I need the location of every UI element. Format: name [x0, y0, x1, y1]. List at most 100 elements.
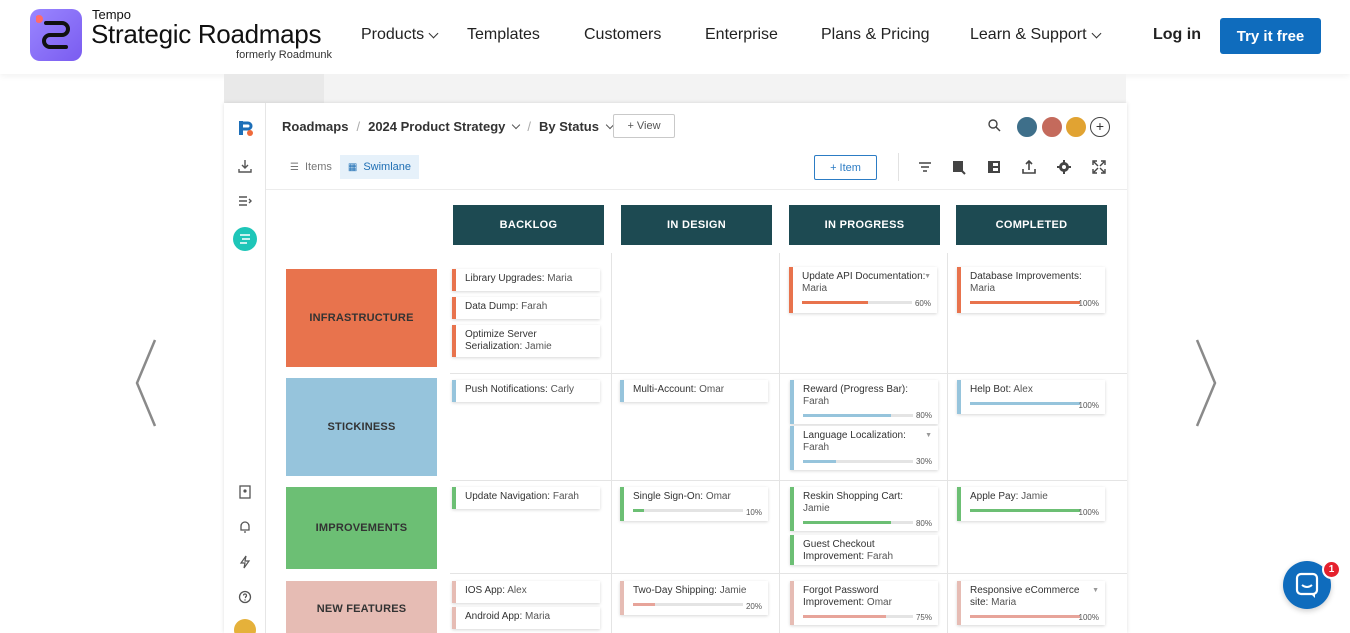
- card-title: Android App:: [465, 611, 523, 622]
- progress-percent: 100%: [1078, 401, 1099, 410]
- card-owner: Jamie: [525, 341, 552, 352]
- roadmap-item-card[interactable]: Apple Pay: Jamie 100%: [957, 487, 1105, 521]
- card-owner: Farah: [803, 442, 830, 453]
- roadmap-item-card[interactable]: Reward (Progress Bar): Farah 80%: [790, 380, 938, 424]
- roadmap-item-card[interactable]: ▼ Responsive eCommerce site: Maria 100%: [957, 581, 1105, 625]
- breadcrumb-roadmaps[interactable]: Roadmaps: [282, 119, 348, 134]
- column-in-progress[interactable]: IN PROGRESS: [789, 205, 940, 245]
- roadmap-item-card[interactable]: Database Improvements: Maria 100%: [957, 267, 1105, 313]
- roadmap-item-card[interactable]: Single Sign-On: Omar 10%: [620, 487, 768, 521]
- roadmap-item-card[interactable]: Help Bot: Alex 100%: [957, 380, 1105, 414]
- fullscreen-icon[interactable]: [1091, 159, 1107, 175]
- tab-items[interactable]: ☰ Items: [282, 155, 340, 179]
- collaborator-avatar[interactable]: [1065, 116, 1087, 138]
- progress-fill: [970, 402, 1080, 405]
- list-icon[interactable]: [236, 192, 254, 210]
- add-item-button[interactable]: + Item: [814, 155, 877, 180]
- nav-enterprise[interactable]: Enterprise: [705, 26, 778, 44]
- nav-products[interactable]: Products: [361, 26, 439, 44]
- brand-formerly: formerly Roadmunk: [236, 49, 332, 61]
- nav-customers[interactable]: Customers: [584, 26, 661, 44]
- roadmap-item-card[interactable]: ▼ Update API Documentation: Maria 60%: [789, 267, 937, 313]
- roadmap-item-card[interactable]: Android App: Maria: [452, 607, 600, 629]
- progress-fill: [633, 509, 644, 512]
- breadcrumb-roadmap[interactable]: 2024 Product Strategy: [368, 119, 505, 134]
- tab-swimlane[interactable]: ▦ Swimlane: [339, 155, 420, 179]
- roadmap-item-card[interactable]: Update Navigation: Farah: [452, 487, 600, 509]
- top-navigation: Tempo Strategic Roadmaps formerly Roadmu…: [0, 0, 1350, 74]
- column-in-design[interactable]: IN DESIGN: [621, 205, 772, 245]
- roadmap-item-card[interactable]: Push Notifications: Carly: [452, 380, 600, 402]
- add-view-button[interactable]: + View: [613, 114, 675, 138]
- swimlane-infrastructure[interactable]: INFRASTRUCTURE: [286, 269, 437, 367]
- roadmap-item-card[interactable]: Reskin Shopping Cart: Jamie 80%: [790, 487, 938, 531]
- card-title: Help Bot:: [970, 384, 1012, 395]
- roadmap-item-card[interactable]: Optimize Server Serialization: Jamie: [452, 325, 600, 357]
- card-title: Guest Checkout Improvement:: [803, 539, 875, 562]
- nav-templates[interactable]: Templates: [467, 26, 540, 44]
- collaborator-avatar[interactable]: [1041, 116, 1063, 138]
- breadcrumb-view[interactable]: By Status: [539, 119, 599, 134]
- card-title: Two-Day Shipping:: [633, 585, 717, 596]
- column-backlog[interactable]: BACKLOG: [453, 205, 604, 245]
- breadcrumb: Roadmaps / 2024 Product Strategy / By St…: [282, 119, 615, 134]
- roadmap-item-card[interactable]: Data Dump: Farah: [452, 297, 600, 319]
- collaborator-avatar[interactable]: [1016, 116, 1038, 138]
- add-collaborator-icon[interactable]: +: [1090, 117, 1110, 137]
- swimlane-new-features[interactable]: NEW FEATURES: [286, 581, 437, 633]
- try-it-free-button[interactable]: Try it free: [1220, 18, 1321, 54]
- swimlane-stickiness[interactable]: STICKINESS: [286, 378, 437, 476]
- nav-learn-label: Learn & Support: [970, 26, 1087, 43]
- progress-bar: [803, 414, 913, 417]
- roadmap-item-card[interactable]: IOS App: Alex: [452, 581, 600, 603]
- roadmap-item-card[interactable]: Forgot Password Improvement: Omar 75%: [790, 581, 938, 625]
- column-completed[interactable]: COMPLETED: [956, 205, 1107, 245]
- card-title: Single Sign-On:: [633, 491, 704, 502]
- help-icon[interactable]: [236, 588, 254, 606]
- card-owner: Alex: [507, 585, 527, 596]
- progress-percent: 80%: [915, 519, 932, 528]
- brand-logo-link[interactable]: Tempo Strategic Roadmaps formerly Roadmu…: [30, 7, 336, 61]
- login-link[interactable]: Log in: [1153, 26, 1201, 44]
- card-owner: Maria: [970, 283, 996, 294]
- carousel-next-icon[interactable]: [1193, 338, 1217, 428]
- swimlane-improvements[interactable]: IMPROVEMENTS: [286, 487, 437, 569]
- nav-templates-label: Templates: [467, 26, 540, 43]
- roadmap-item-card[interactable]: Multi-Account: Omar: [620, 380, 768, 402]
- progress-percent: 100%: [1078, 299, 1099, 308]
- card-owner: Jamie: [803, 503, 830, 514]
- card-title: Push Notifications:: [465, 384, 548, 395]
- gear-icon[interactable]: [1056, 159, 1072, 175]
- card-title: Update Navigation:: [465, 491, 551, 502]
- chevron-down-icon[interactable]: [512, 120, 521, 129]
- lightning-icon[interactable]: [236, 553, 254, 571]
- progress-percent: 20%: [745, 602, 762, 611]
- nav-products-label: Products: [361, 26, 425, 43]
- card-owner: Maria: [547, 273, 573, 284]
- format-icon[interactable]: [951, 159, 967, 175]
- roadmap-item-card[interactable]: Guest Checkout Improvement: Farah: [790, 535, 938, 565]
- roadmap-view-icon[interactable]: [233, 227, 257, 251]
- contacts-icon[interactable]: [236, 483, 254, 501]
- nav-plans-pricing[interactable]: Plans & Pricing: [821, 26, 930, 44]
- column-divider: [611, 253, 612, 633]
- import-icon[interactable]: [236, 157, 254, 175]
- column-divider: [947, 253, 948, 633]
- search-icon[interactable]: [987, 118, 1001, 132]
- filter-icon[interactable]: [917, 159, 933, 175]
- swimlane-icon: ▦: [347, 161, 358, 173]
- export-icon[interactable]: [1021, 159, 1037, 175]
- row-divider: [450, 480, 1127, 481]
- layout-icon[interactable]: [986, 159, 1002, 175]
- progress-percent: 10%: [745, 508, 762, 517]
- user-avatar[interactable]: [234, 619, 256, 633]
- card-owner: Alex: [1013, 384, 1033, 395]
- bell-icon[interactable]: [236, 518, 254, 536]
- roadmap-item-card[interactable]: Two-Day Shipping: Jamie 20%: [620, 581, 768, 615]
- carousel-prev-icon[interactable]: [135, 338, 159, 428]
- roadmunk-logo-icon[interactable]: [236, 119, 254, 137]
- roadmap-item-card[interactable]: Library Upgrades: Maria: [452, 269, 600, 291]
- card-title: Reskin Shopping Cart:: [803, 491, 904, 502]
- nav-learn-support[interactable]: Learn & Support: [970, 26, 1101, 44]
- roadmap-item-card[interactable]: ▼ Language Localization: Farah 30%: [790, 426, 938, 470]
